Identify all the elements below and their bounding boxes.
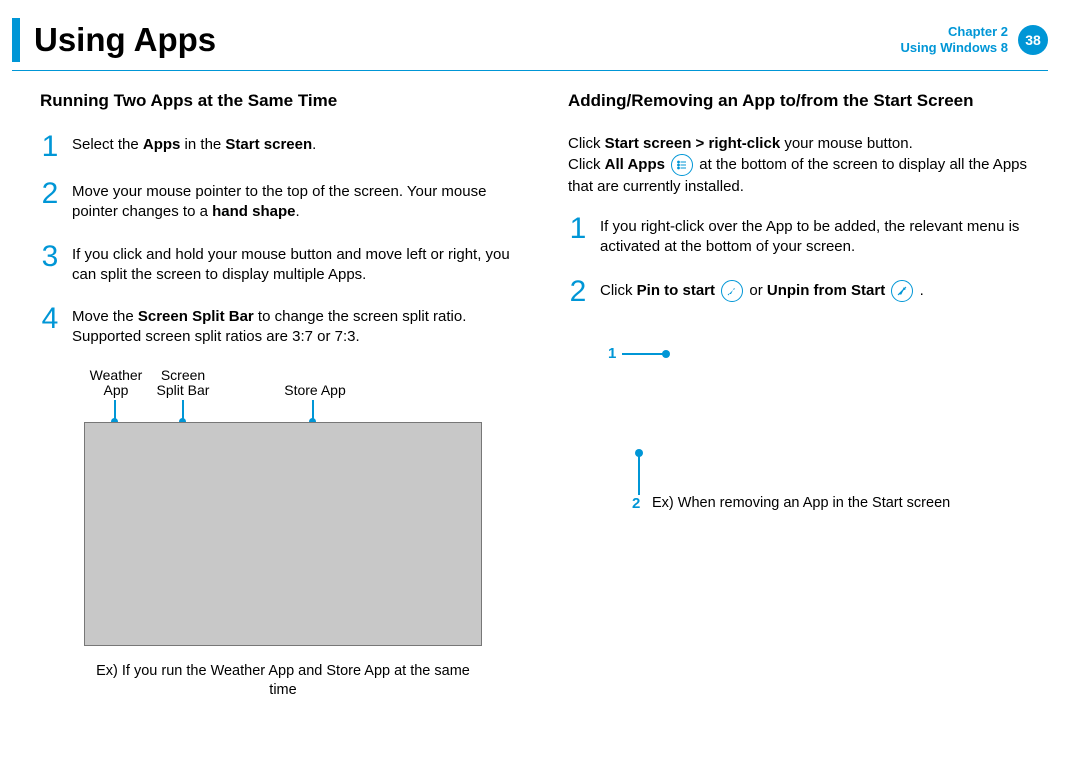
content-columns: Running Two Apps at the Same Time 1 Sele… bbox=[12, 91, 1048, 700]
step-body: If you right-click over the App to be ad… bbox=[600, 215, 1048, 258]
step-body: If you click and hold your mouse button … bbox=[72, 243, 520, 286]
left-section-title: Running Two Apps at the Same Time bbox=[40, 91, 520, 111]
list-item: 1 Select the Apps in the Start screen. bbox=[40, 133, 520, 160]
header-divider bbox=[12, 70, 1048, 71]
chapter-info: Chapter 2 Using Windows 8 bbox=[901, 24, 1009, 55]
header-right: Chapter 2 Using Windows 8 38 bbox=[901, 24, 1049, 55]
split-screen-figure: Weather App Screen Split Bar Store App E… bbox=[40, 368, 520, 700]
step-number: 4 bbox=[40, 305, 60, 348]
callout-1-line bbox=[622, 353, 664, 355]
callout-2-number: 2 bbox=[632, 495, 640, 512]
page-title: Using Apps bbox=[34, 21, 216, 59]
label-split-bar: Screen Split Bar bbox=[150, 368, 216, 399]
connector-line bbox=[182, 400, 184, 422]
left-column: Running Two Apps at the Same Time 1 Sele… bbox=[40, 91, 520, 700]
callout-2-line bbox=[638, 455, 640, 495]
document-page: Using Apps Chapter 2 Using Windows 8 38 … bbox=[0, 0, 1080, 700]
title-accent-bar bbox=[12, 18, 20, 62]
step-body: Click Pin to start or Unpin from Start . bbox=[600, 278, 924, 305]
label-weather-app: Weather App bbox=[84, 368, 148, 399]
list-item: 2 Click Pin to start or Unpin from Start… bbox=[568, 278, 1048, 305]
page-header: Using Apps Chapter 2 Using Windows 8 38 bbox=[12, 18, 1048, 62]
callout-1-number: 1 bbox=[608, 345, 616, 362]
callout-1-dot bbox=[662, 350, 670, 358]
list-item: 2 Move your mouse pointer to the top of … bbox=[40, 180, 520, 223]
title-wrap: Using Apps bbox=[12, 18, 216, 62]
figure-labels: Weather App Screen Split Bar Store App bbox=[40, 368, 520, 399]
right-callouts: 1 2 Ex) When removing an App in the Star… bbox=[608, 325, 1048, 525]
chapter-line-2: Using Windows 8 bbox=[901, 40, 1009, 56]
pin-icon bbox=[721, 280, 743, 302]
chapter-line-1: Chapter 2 bbox=[901, 24, 1009, 40]
connector-line bbox=[312, 400, 314, 422]
step-body: Move your mouse pointer to the top of th… bbox=[72, 180, 520, 223]
right-section-title: Adding/Removing an App to/from the Start… bbox=[568, 91, 1048, 111]
right-step-list: 1 If you right-click over the App to be … bbox=[568, 215, 1048, 305]
unpin-icon bbox=[891, 280, 913, 302]
connector-line bbox=[114, 400, 116, 422]
list-item: 4 Move the Screen Split Bar to change th… bbox=[40, 305, 520, 348]
list-item: 3 If you click and hold your mouse butto… bbox=[40, 243, 520, 286]
step-body: Move the Screen Split Bar to change the … bbox=[72, 305, 520, 348]
step-number: 1 bbox=[40, 133, 60, 160]
all-apps-icon bbox=[671, 154, 693, 176]
page-number-badge: 38 bbox=[1018, 25, 1048, 55]
figure-connectors bbox=[84, 400, 520, 422]
step-number: 3 bbox=[40, 243, 60, 286]
figure-caption: Ex) If you run the Weather App and Store… bbox=[84, 662, 482, 700]
right-figure-caption: Ex) When removing an App in the Start sc… bbox=[652, 495, 950, 511]
step-number: 2 bbox=[568, 278, 588, 305]
right-intro: Click Start screen > right-click your mo… bbox=[568, 133, 1048, 197]
step-body: Select the Apps in the Start screen. bbox=[72, 133, 316, 160]
step-number: 1 bbox=[568, 215, 588, 258]
screen-illustration bbox=[84, 422, 482, 646]
label-store-app: Store App bbox=[270, 383, 360, 398]
right-column: Adding/Removing an App to/from the Start… bbox=[568, 91, 1048, 700]
step-number: 2 bbox=[40, 180, 60, 223]
left-step-list: 1 Select the Apps in the Start screen. 2… bbox=[40, 133, 520, 348]
list-item: 1 If you right-click over the App to be … bbox=[568, 215, 1048, 258]
